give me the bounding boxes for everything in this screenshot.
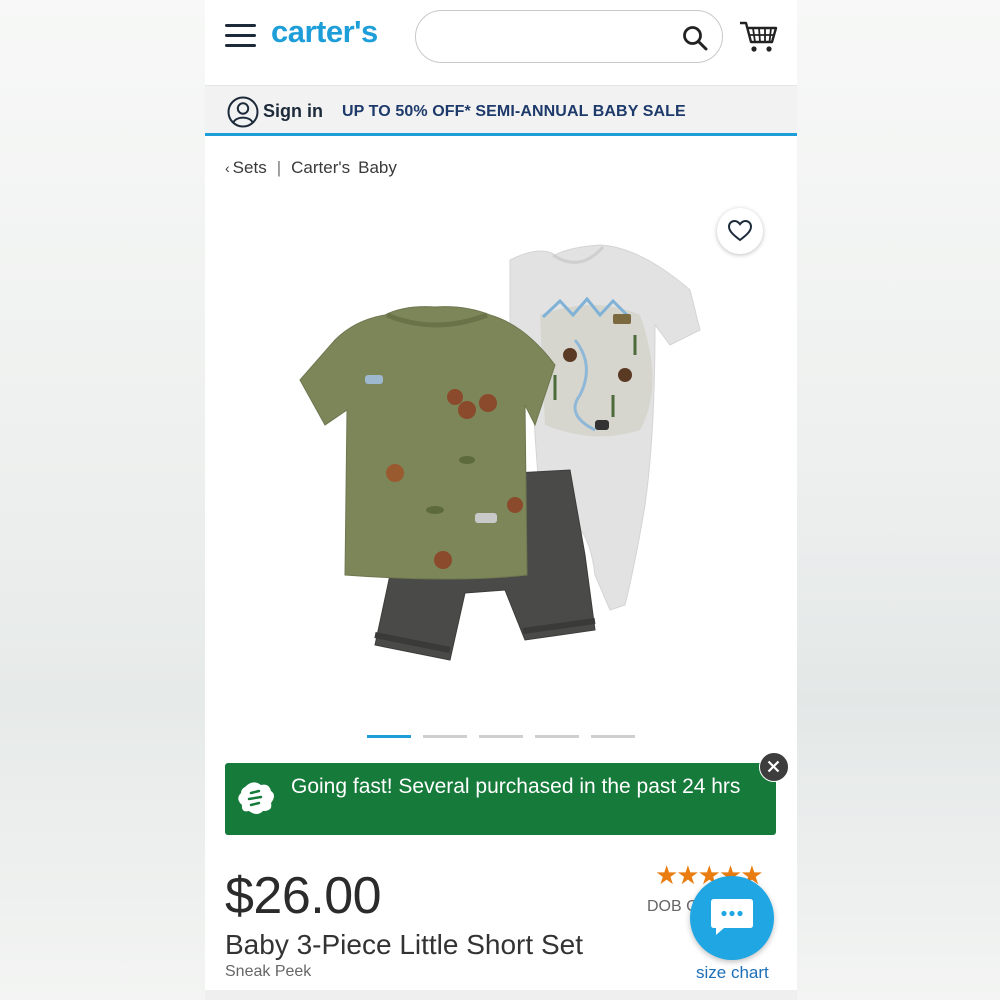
site-header: carter's: [205, 0, 797, 86]
speed-cloud-icon: [238, 782, 274, 814]
alert-message: Going fast! Several purchased in the pas…: [291, 775, 741, 798]
background-right: [797, 0, 1000, 1000]
chat-icon: [711, 899, 753, 935]
chat-button[interactable]: [690, 876, 774, 960]
breadcrumb-item-carters[interactable]: Carter's: [291, 158, 350, 178]
carousel-dot[interactable]: [591, 735, 635, 738]
sign-in-link[interactable]: Sign in: [263, 101, 323, 122]
bottom-toolbar-edge: [205, 990, 797, 1000]
product-image[interactable]: [295, 235, 715, 675]
carters-logo[interactable]: carter's: [271, 14, 378, 50]
carousel-dot[interactable]: [423, 735, 467, 738]
going-fast-alert: Going fast! Several purchased in the pas…: [225, 763, 776, 835]
size-chart-link[interactable]: size chart: [696, 963, 769, 983]
menu-icon[interactable]: [225, 24, 256, 48]
breadcrumb: ‹ Sets | Carter's Baby: [225, 158, 397, 178]
breadcrumb-back-sets[interactable]: Sets: [233, 158, 267, 178]
product-title: Baby 3-Piece Little Short Set: [225, 929, 583, 960]
search-input[interactable]: [434, 23, 668, 51]
favorite-button[interactable]: [717, 208, 763, 254]
breadcrumb-separator: |: [276, 158, 282, 177]
carousel-dot[interactable]: [479, 735, 523, 738]
mobile-page: carter's Sign in UP TO 50% OFF* SEMI-ANN…: [205, 0, 797, 1000]
carousel-dot[interactable]: [367, 735, 411, 738]
search-icon[interactable]: [682, 25, 708, 51]
promo-banner-text[interactable]: UP TO 50% OFF* SEMI-ANNUAL BABY SALE: [342, 103, 686, 121]
user-icon[interactable]: [227, 96, 259, 128]
product-subtitle: Sneak Peek: [225, 963, 312, 980]
carousel-dot[interactable]: [535, 735, 579, 738]
search-box[interactable]: [415, 10, 723, 63]
heart-icon: [728, 220, 752, 242]
breadcrumb-item-baby[interactable]: Baby: [358, 158, 397, 178]
image-carousel-indicator: [367, 735, 647, 738]
cart-icon[interactable]: [739, 20, 779, 54]
promo-bar: Sign in UP TO 50% OFF* SEMI-ANNUAL BABY …: [205, 86, 797, 136]
close-alert-button[interactable]: [759, 752, 789, 782]
background-left: [0, 0, 205, 1000]
close-icon: [767, 760, 780, 773]
product-price: $26.00: [225, 867, 382, 925]
chevron-left-icon: ‹: [225, 160, 230, 176]
